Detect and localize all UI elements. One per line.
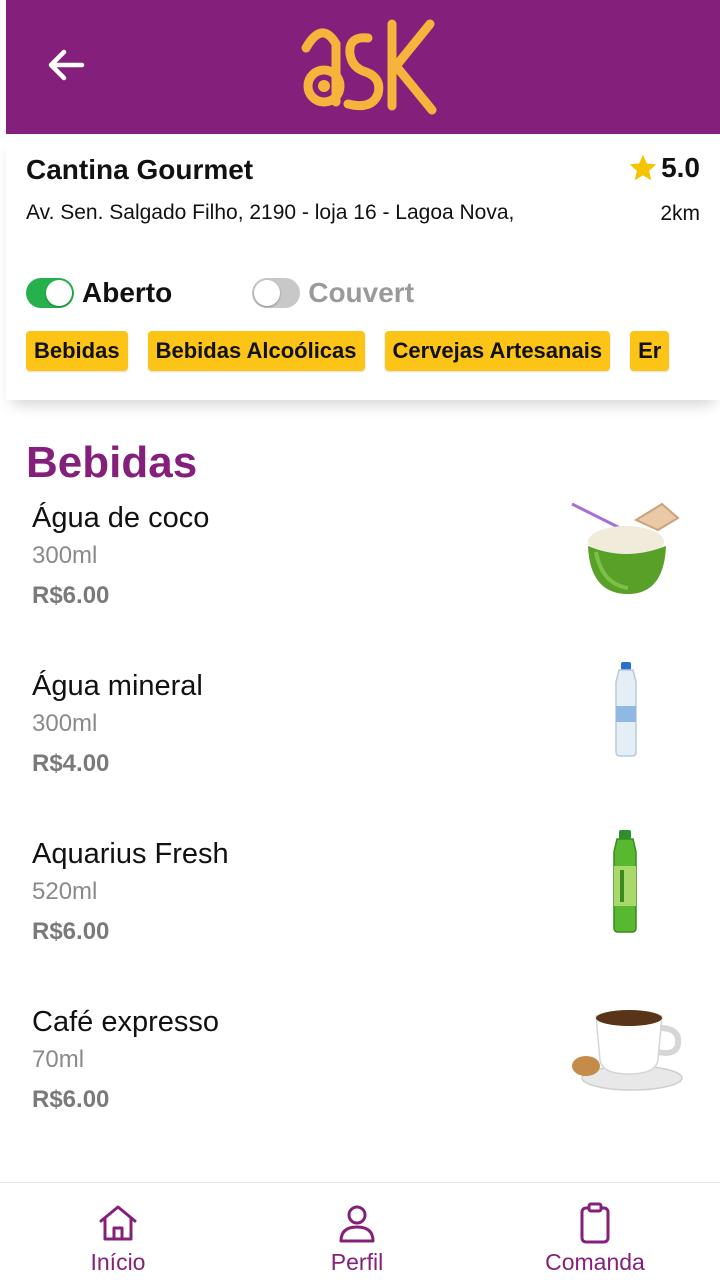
category-chip-cervejas-artesanais[interactable]: Cervejas Artesanais [384, 331, 611, 371]
open-label: Aberto [82, 277, 173, 308]
nav-home-label: Início [90, 1249, 146, 1275]
rating-value: 5.0 [661, 152, 700, 183]
category-chips: Bebidas Bebidas Alcoólicas Cervejas Artesa… [26, 331, 710, 373]
ask-logo [301, 19, 437, 115]
bottom-navigation: Início Perfil Comanda [0, 1182, 720, 1280]
coconut-drink-image [571, 502, 680, 594]
back-button[interactable] [42, 44, 90, 86]
product-volume: 70ml [32, 1046, 85, 1073]
store-header: Cantina Gourmet 5.0 2km Av. Sen. Salgado… [6, 134, 720, 400]
product-price: R$6.00 [32, 582, 110, 609]
nav-order-label: Comanda [545, 1249, 645, 1275]
green-bottle-image [613, 830, 637, 933]
store-address: Av. Sen. Salgado Filho, 2190 - loja 16 -… [26, 201, 515, 224]
home-icon [99, 1205, 137, 1241]
product-item[interactable]: Café expresso 70ml R$6.00 [0, 1006, 720, 1166]
espresso-cup-image [572, 1010, 683, 1091]
store-distance: 2km [660, 202, 700, 225]
nav-home[interactable]: Início [38, 1183, 198, 1280]
product-volume: 520ml [32, 878, 98, 905]
clipboard-icon [580, 1202, 610, 1244]
product-price: R$6.00 [32, 1086, 110, 1113]
user-icon [339, 1205, 375, 1243]
product-price: R$6.00 [32, 918, 110, 945]
couvert-toggle[interactable] [252, 278, 301, 308]
product-item[interactable]: Água mineral 300ml R$4.00 [0, 662, 720, 830]
section-title: Bebidas [26, 438, 198, 487]
nav-profile-label: Perfil [330, 1249, 384, 1275]
store-name: Cantina Gourmet [26, 154, 254, 185]
star-icon [629, 154, 657, 181]
product-item[interactable]: Aquarius Fresh 520ml R$6.00 [0, 830, 720, 998]
product-name: Aquarius Fresh [32, 838, 229, 870]
water-bottle-image [615, 662, 637, 757]
product-volume: 300ml [32, 710, 98, 737]
category-chip-bebidas[interactable]: Bebidas [26, 331, 128, 371]
store-status-row: Aberto Couvert [26, 277, 414, 309]
nav-order[interactable]: Comanda [515, 1183, 675, 1280]
store-rating: 5.0 [627, 152, 700, 184]
category-chip-bebidas-alcoolicas[interactable]: Bebidas Alcoólicas [147, 331, 365, 371]
couvert-label: Couvert [308, 277, 415, 308]
product-item[interactable]: Água de coco 300ml R$6.00 [0, 502, 720, 662]
product-volume: 300ml [32, 542, 98, 569]
arrow-left-icon [48, 49, 85, 81]
product-name: Água de coco [32, 502, 210, 534]
product-name: Café expresso [32, 1006, 219, 1038]
nav-profile[interactable]: Perfil [277, 1183, 437, 1280]
app-bar [6, 0, 720, 134]
product-price: R$4.00 [32, 750, 110, 777]
product-name: Água mineral [32, 670, 203, 702]
category-chip-more[interactable]: Er [630, 331, 670, 371]
open-toggle[interactable] [26, 278, 74, 308]
list-item-partial [32, 1170, 152, 1182]
